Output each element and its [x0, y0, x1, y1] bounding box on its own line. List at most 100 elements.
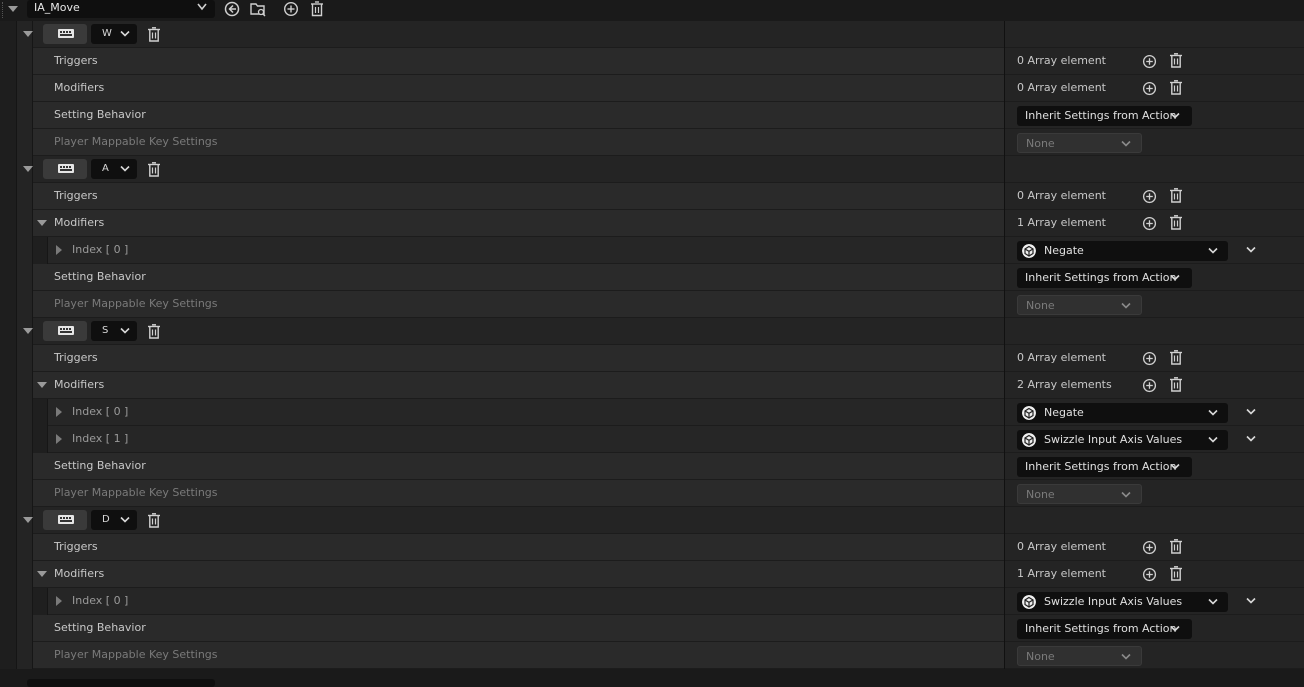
expand-arrow-icon[interactable]: [56, 407, 63, 418]
indent-gutter: [0, 345, 17, 372]
collapse-arrow-icon[interactable]: [37, 220, 48, 227]
key-capture-button[interactable]: [43, 510, 87, 530]
player-mappable-row: Player Mappable Key Settings None: [0, 129, 1304, 156]
indent-gutter: [0, 642, 17, 669]
expand-arrow-icon[interactable]: [56, 596, 63, 607]
triggers-label: Triggers: [54, 351, 98, 364]
use-selected-icon[interactable]: [224, 1, 240, 17]
chevron-down-icon: [1208, 409, 1218, 416]
key-selector[interactable]: D: [91, 510, 137, 530]
add-trigger-icon[interactable]: [1142, 54, 1157, 69]
setting-behavior-value: Inherit Settings from Action: [1025, 109, 1177, 122]
modifiers-row: Modifiers 2 Array elements: [0, 372, 1304, 399]
setting-behavior-row: Setting Behavior Inherit Settings from A…: [0, 102, 1304, 129]
clear-triggers-icon[interactable]: [1169, 539, 1183, 554]
modifier-class-dropdown[interactable]: Swizzle Input Axis Values: [1017, 592, 1228, 612]
collapse-arrow-icon[interactable]: [22, 328, 34, 336]
indent-gutter: [17, 561, 33, 588]
name-cell: [33, 183, 1004, 210]
key-selector[interactable]: W: [91, 24, 137, 44]
chevron-down-icon: [120, 516, 130, 523]
expand-options-icon: [1246, 246, 1256, 253]
collapse-arrow-icon[interactable]: [22, 31, 34, 39]
add-icon[interactable]: [283, 1, 299, 17]
modifiers-label: Modifiers: [54, 378, 105, 391]
name-cell: [33, 210, 1004, 237]
clear-modifiers-icon[interactable]: [1169, 377, 1183, 392]
clear-triggers-icon[interactable]: [1169, 188, 1183, 203]
chevron-down-icon: [197, 3, 207, 11]
modifier-class-dropdown[interactable]: Negate: [1017, 403, 1228, 423]
clear-modifiers-icon[interactable]: [1169, 80, 1183, 95]
triggers-row: Triggers 0 Array element: [0, 183, 1304, 210]
modifiers-row: Modifiers 1 Array element: [0, 210, 1304, 237]
remove-mapping-icon[interactable]: [147, 27, 161, 42]
modifier-index-label: Index [ 0 ]: [72, 243, 129, 256]
setting-behavior-dropdown[interactable]: Inherit Settings from Action: [1017, 268, 1192, 288]
name-cell: [33, 318, 1004, 345]
chevron-down-icon: [1121, 302, 1131, 309]
player-mappable-dropdown: None: [1017, 295, 1142, 315]
clear-triggers-icon[interactable]: [1169, 53, 1183, 68]
indent-gutter: [0, 615, 17, 642]
triggers-count: 0 Array element: [1017, 54, 1106, 67]
collapse-arrow-icon[interactable]: [22, 517, 34, 525]
player-mappable-dropdown: None: [1017, 646, 1142, 666]
add-modifier-icon[interactable]: [1142, 81, 1157, 96]
setting-behavior-dropdown[interactable]: Inherit Settings from Action: [1017, 457, 1192, 477]
add-trigger-icon[interactable]: [1142, 351, 1157, 366]
modifier-index-label: Index [ 1 ]: [72, 432, 129, 445]
indent-gutter: [17, 237, 33, 264]
clear-modifiers-icon[interactable]: [1169, 215, 1183, 230]
collapse-toggle[interactable]: [0, 0, 24, 20]
setting-behavior-dropdown[interactable]: Inherit Settings from Action: [1017, 106, 1192, 126]
modifier-class-dropdown[interactable]: Swizzle Input Axis Values: [1017, 430, 1228, 450]
chevron-down-icon: [1208, 436, 1218, 443]
remove-mapping-icon[interactable]: [147, 513, 161, 528]
add-modifier-icon[interactable]: [1142, 567, 1157, 582]
collapse-arrow-icon[interactable]: [37, 571, 48, 578]
key-capture-button[interactable]: [43, 321, 87, 341]
next-action-selector[interactable]: [27, 679, 215, 687]
indent-gutter: [0, 399, 17, 426]
chevron-down-icon: [1208, 247, 1218, 254]
add-modifier-icon[interactable]: [1142, 216, 1157, 231]
add-modifier-icon[interactable]: [1142, 378, 1157, 393]
setting-behavior-row: Setting Behavior Inherit Settings from A…: [0, 453, 1304, 480]
clear-modifiers-icon[interactable]: [1169, 566, 1183, 581]
name-cell: [33, 102, 1004, 129]
browse-icon[interactable]: [250, 1, 266, 17]
chevron-down-icon: [1170, 625, 1180, 632]
indent-gutter: [0, 372, 17, 399]
expand-arrow-icon[interactable]: [56, 434, 63, 445]
clear-triggers-icon[interactable]: [1169, 350, 1183, 365]
player-mappable-label: Player Mappable Key Settings: [54, 135, 218, 148]
player-mappable-value: None: [1026, 650, 1055, 663]
remove-mapping-icon[interactable]: [147, 324, 161, 339]
collapse-arrow-icon[interactable]: [37, 382, 48, 389]
delete-icon[interactable]: [309, 1, 325, 17]
player-mappable-dropdown: None: [1017, 133, 1142, 153]
collapse-arrow-icon[interactable]: [22, 166, 34, 174]
expand-arrow-icon[interactable]: [56, 245, 63, 256]
indent-gutter: [0, 48, 17, 75]
value-cell: [1005, 507, 1304, 534]
key-selector[interactable]: S: [91, 321, 137, 341]
input-action-selector[interactable]: IA_Move: [27, 0, 215, 18]
setting-behavior-dropdown[interactable]: Inherit Settings from Action: [1017, 619, 1192, 639]
indent-gutter: [0, 453, 17, 480]
indent-gutter: [0, 75, 17, 102]
modifier-class-icon: [1022, 244, 1036, 258]
indent-gutter: [0, 21, 17, 48]
add-trigger-icon[interactable]: [1142, 189, 1157, 204]
key-selector[interactable]: A: [91, 159, 137, 179]
modifier-class-dropdown[interactable]: Negate: [1017, 241, 1228, 261]
key-capture-button[interactable]: [43, 24, 87, 44]
indent-gutter: [17, 399, 33, 426]
key-capture-button[interactable]: [43, 159, 87, 179]
remove-mapping-icon[interactable]: [147, 162, 161, 177]
add-trigger-icon[interactable]: [1142, 540, 1157, 555]
indent-gutter: [17, 588, 33, 615]
name-cell: [33, 561, 1004, 588]
mapping-header-row: D: [0, 507, 1304, 534]
